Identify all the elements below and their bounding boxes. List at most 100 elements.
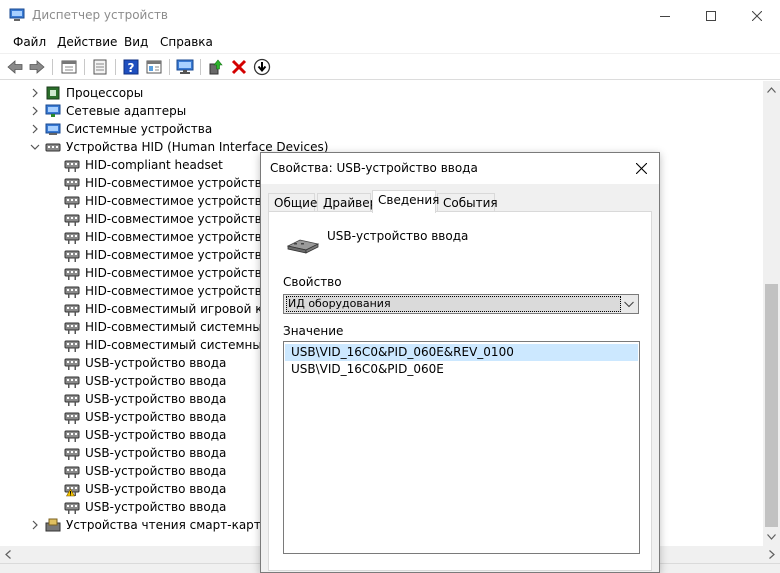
- hid-device-icon: [64, 502, 80, 514]
- minimize-button[interactable]: [642, 0, 688, 31]
- tree-label: HID-совместимое устройство уп: [85, 194, 288, 208]
- tree-label: USB-устройство ввода: [85, 446, 227, 460]
- toolbar: ?: [0, 53, 780, 80]
- back-arrow-icon[interactable]: [6, 58, 24, 76]
- hid-device-icon: [64, 358, 80, 370]
- chevron-right-icon[interactable]: [30, 106, 40, 116]
- hid-warning-icon: [64, 484, 80, 497]
- chevron-down-icon: [624, 301, 634, 308]
- hid-device-icon: [64, 178, 80, 190]
- hid-device-icon: [64, 430, 80, 442]
- close-icon: [635, 163, 647, 174]
- tree-category-network-adapters[interactable]: Сетевые адаптеры: [0, 102, 760, 120]
- network-adapter-icon: [45, 104, 61, 117]
- tree-category-system-devices[interactable]: Системные устройства: [0, 120, 760, 138]
- menu-view[interactable]: Вид: [124, 35, 148, 49]
- tree-label: HID-совместимое устройство уп: [85, 176, 288, 190]
- close-button[interactable]: [734, 0, 780, 31]
- scroll-left-icon[interactable]: [5, 550, 11, 559]
- tab-events[interactable]: События: [437, 193, 498, 212]
- tree-label: HID-совместимый системный к: [85, 320, 281, 334]
- hid-device-icon: [64, 160, 80, 172]
- menu-action[interactable]: Действие: [57, 35, 117, 49]
- dialog-close-button[interactable]: [623, 153, 659, 184]
- scroll-down-icon[interactable]: [767, 534, 776, 540]
- close-icon: [752, 10, 762, 21]
- value-label: Значение: [283, 324, 344, 338]
- value-list-item[interactable]: USB\VID_16C0&PID_060E: [285, 361, 638, 378]
- dialog-title: Свойства: USB-устройство ввода: [270, 161, 478, 175]
- menu-help[interactable]: Справка: [160, 35, 213, 49]
- tree-label: USB-устройство ввода: [85, 428, 227, 442]
- tree-label: HID-совместимое устройство, с: [85, 266, 284, 280]
- hid-device-icon: [64, 412, 80, 424]
- tab-driver[interactable]: Драйвер: [317, 193, 377, 212]
- update-driver-icon[interactable]: [207, 58, 225, 76]
- hid-device-icon: [64, 268, 80, 280]
- tab-general[interactable]: Общие: [268, 193, 317, 212]
- hid-device-icon: [64, 448, 80, 460]
- menu-file[interactable]: Файл: [13, 35, 46, 49]
- details-icon[interactable]: [91, 58, 109, 76]
- tree-category-processors[interactable]: Процессоры: [0, 84, 760, 102]
- hid-device-icon: [64, 376, 80, 388]
- vertical-scrollbar[interactable]: [763, 81, 780, 546]
- smartcard-reader-icon: [45, 518, 61, 532]
- tree-label: USB-устройство ввода: [85, 374, 227, 388]
- hid-icon: [45, 143, 61, 152]
- properties-icon[interactable]: [60, 58, 78, 76]
- maximize-icon: [706, 10, 716, 21]
- minimize-icon: [660, 15, 670, 17]
- dialog-title-bar: Свойства: USB-устройство ввода: [261, 153, 659, 184]
- chevron-down-icon[interactable]: [30, 142, 40, 152]
- hid-device-icon: [64, 340, 80, 352]
- hid-device-icon: [64, 304, 80, 316]
- value-listbox[interactable]: USB\VID_16C0&PID_060E&REV_0100 USB\VID_1…: [283, 341, 640, 554]
- maximize-button[interactable]: [688, 0, 734, 31]
- hid-device-icon: [64, 394, 80, 406]
- forward-arrow-icon[interactable]: [28, 58, 46, 76]
- tree-label: Процессоры: [66, 86, 144, 100]
- tree-label: HID-compliant headset: [85, 158, 223, 172]
- scroll-right-icon[interactable]: [769, 550, 775, 559]
- property-select-value: ИД оборудования: [286, 296, 621, 312]
- properties-dialog: Свойства: USB-устройство ввода Общие Дра…: [260, 152, 660, 573]
- window-title: Диспетчер устройств: [32, 8, 169, 22]
- property-label: Свойство: [283, 275, 342, 289]
- chevron-right-icon[interactable]: [30, 124, 40, 134]
- tree-label: Системные устройства: [66, 122, 213, 136]
- hid-device-icon: [64, 196, 80, 208]
- property-select[interactable]: ИД оборудования: [283, 294, 639, 314]
- tab-details[interactable]: Сведения: [372, 190, 439, 213]
- tree-label: USB-устройство ввода: [85, 410, 227, 424]
- hid-device-icon: [64, 214, 80, 226]
- disable-down-icon[interactable]: [253, 58, 271, 76]
- tree-label: Устройства чтения смарт-карт: [66, 518, 261, 532]
- tree-label: USB-устройство ввода: [85, 482, 227, 496]
- tree-label: USB-устройство ввода: [85, 392, 227, 406]
- vertical-scroll-thumb[interactable]: [765, 284, 778, 527]
- hid-device-icon: [64, 286, 80, 298]
- scroll-up-icon[interactable]: [767, 87, 776, 93]
- device-manager-icon: [9, 8, 25, 21]
- tree-label: HID-совместимое устройство, с: [85, 230, 284, 244]
- view-icon[interactable]: [145, 58, 163, 76]
- tree-label: Сетевые адаптеры: [66, 104, 187, 118]
- tree-label: HID-совместимое устройство, с: [85, 248, 284, 262]
- help-icon[interactable]: ?: [122, 58, 140, 76]
- title-bar: Диспетчер устройств: [0, 0, 780, 31]
- tree-label: USB-устройство ввода: [85, 500, 227, 514]
- processor-icon: [46, 86, 60, 100]
- tree-label: HID-совместимый игровой конт: [85, 302, 285, 316]
- svg-text:?: ?: [128, 61, 135, 75]
- system-device-icon: [45, 123, 61, 135]
- menu-bar: Файл Действие Вид Справка: [0, 31, 780, 53]
- details-tab-panel: USB-устройство ввода Свойство ИД оборудо…: [268, 211, 652, 571]
- usb-input-device-icon: [286, 239, 320, 254]
- value-list-item[interactable]: USB\VID_16C0&PID_060E&REV_0100: [285, 344, 638, 361]
- uninstall-x-icon[interactable]: [230, 58, 248, 76]
- chevron-right-icon[interactable]: [30, 88, 40, 98]
- tree-label: USB-устройство ввода: [85, 464, 227, 478]
- monitor-icon[interactable]: [176, 58, 194, 76]
- chevron-right-icon[interactable]: [30, 520, 40, 530]
